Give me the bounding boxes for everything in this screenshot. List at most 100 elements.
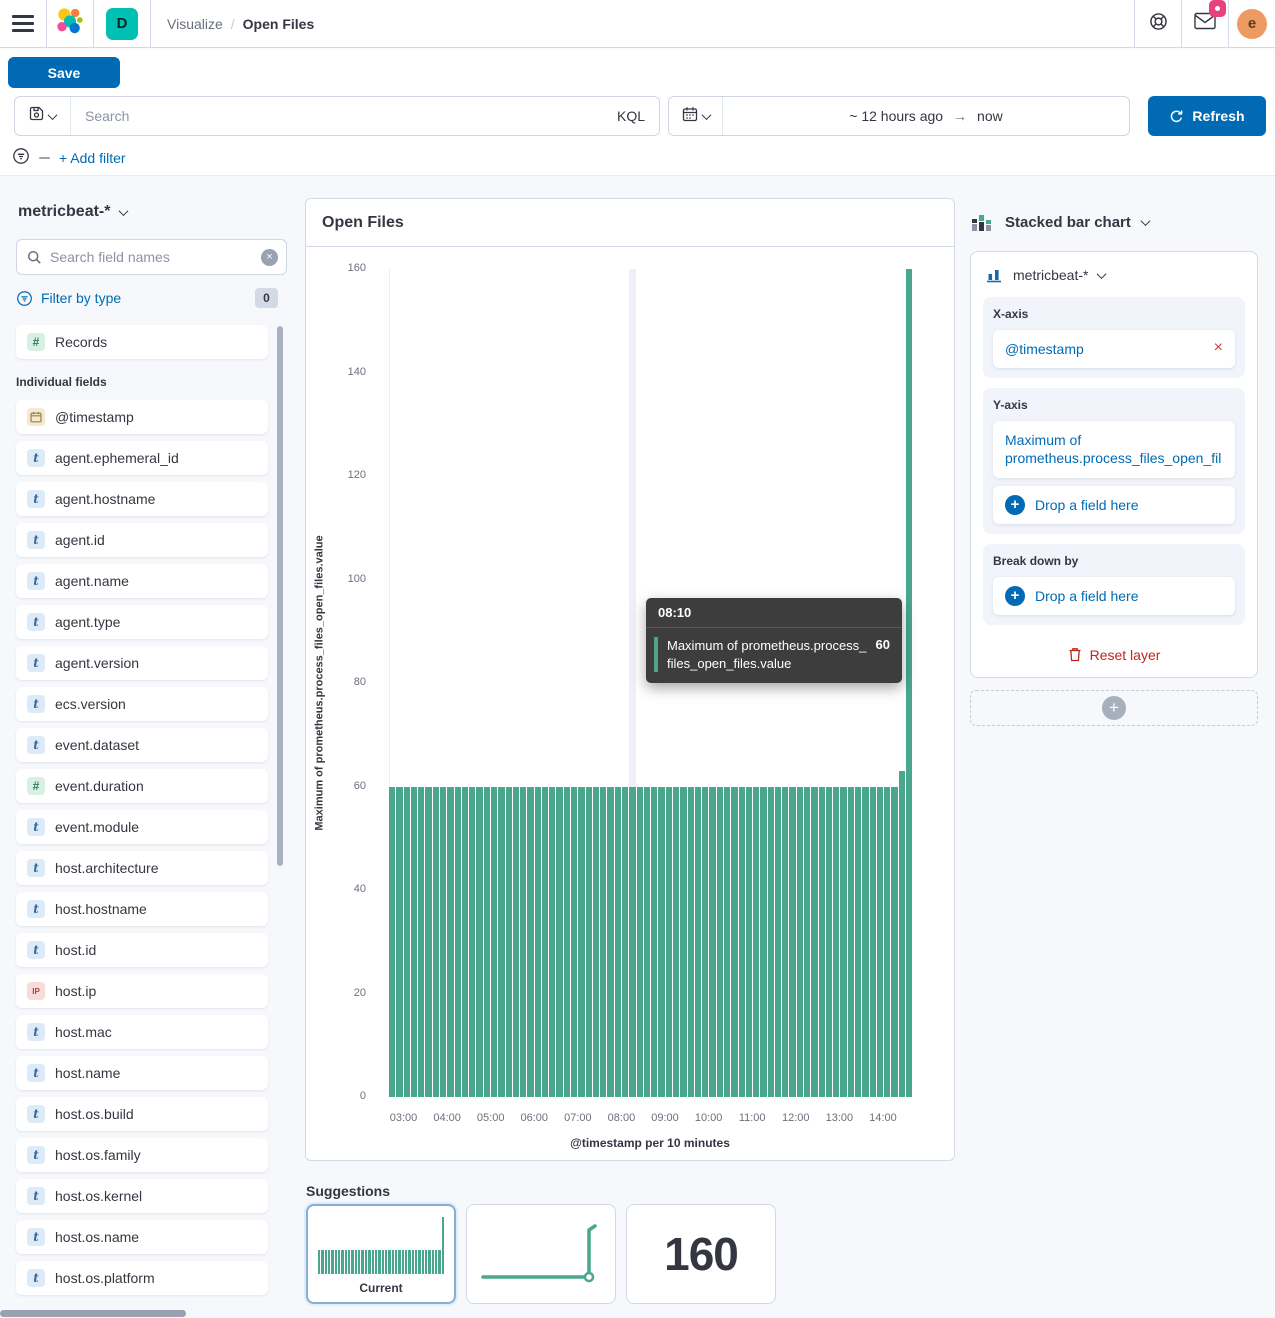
kql-language-button[interactable]: KQL (603, 108, 659, 124)
bar-32[interactable] (622, 787, 628, 1098)
bar-14[interactable] (491, 787, 497, 1098)
bar-57[interactable] (804, 787, 810, 1098)
bar-1[interactable] (396, 787, 402, 1098)
help-button[interactable] (1135, 0, 1181, 48)
bar-64[interactable] (855, 787, 861, 1098)
add-filter-button[interactable]: + Add filter (59, 150, 126, 166)
bar-26[interactable] (578, 787, 584, 1098)
bar-61[interactable] (833, 787, 839, 1098)
bar-25[interactable] (571, 787, 577, 1098)
bar-29[interactable] (600, 787, 606, 1098)
user-menu-button[interactable]: e (1229, 0, 1275, 48)
field-item-host.os.family[interactable]: thost.os.family (16, 1138, 268, 1172)
bar-8[interactable] (447, 787, 453, 1098)
bar-24[interactable] (564, 787, 570, 1098)
bar-33[interactable] (629, 787, 635, 1098)
suggestion-metric[interactable]: 160 (626, 1204, 776, 1304)
field-item-agent.version[interactable]: tagent.version (16, 646, 268, 680)
bar-66[interactable] (870, 787, 876, 1098)
breadcrumb-visualize-link[interactable]: Visualize (167, 16, 223, 32)
bar-40[interactable] (680, 787, 686, 1098)
bar-13[interactable] (484, 787, 490, 1098)
suggestion-line-chart[interactable] (466, 1204, 616, 1304)
field-item-host.os.kernel[interactable]: thost.os.kernel (16, 1179, 268, 1213)
bar-38[interactable] (666, 787, 672, 1098)
bar-4[interactable] (418, 787, 424, 1098)
bar-68[interactable] (884, 787, 890, 1098)
field-item-event.duration[interactable]: #event.duration (16, 769, 268, 803)
bar-71[interactable] (906, 269, 912, 1097)
bar-43[interactable] (702, 787, 708, 1098)
bar-46[interactable] (724, 787, 730, 1098)
field-item-records[interactable]: # Records (16, 325, 268, 359)
bar-17[interactable] (513, 787, 519, 1098)
bar-58[interactable] (811, 787, 817, 1098)
horizontal-scrollbar-thumb[interactable] (0, 1310, 186, 1317)
bar-62[interactable] (840, 787, 846, 1098)
space-selector[interactable]: D (94, 0, 150, 48)
bar-69[interactable] (891, 787, 897, 1098)
bar-21[interactable] (542, 787, 548, 1098)
field-item-event.dataset[interactable]: tevent.dataset (16, 728, 268, 762)
field-item-host.hostname[interactable]: thost.hostname (16, 892, 268, 926)
field-item-agent.name[interactable]: tagent.name (16, 564, 268, 598)
field-search-input[interactable] (42, 249, 261, 265)
field-item-host.id[interactable]: thost.id (16, 933, 268, 967)
bar-10[interactable] (462, 787, 468, 1098)
bar-39[interactable] (673, 787, 679, 1098)
bar-56[interactable] (797, 787, 803, 1098)
bar-48[interactable] (739, 787, 745, 1098)
remove-dimension-icon[interactable]: × (1214, 340, 1223, 356)
bar-42[interactable] (695, 787, 701, 1098)
field-item-host.ip[interactable]: IPhost.ip (16, 974, 268, 1008)
field-item-agent.hostname[interactable]: tagent.hostname (16, 482, 268, 516)
bar-11[interactable] (469, 787, 475, 1098)
bar-18[interactable] (520, 787, 526, 1098)
bar-0[interactable] (389, 787, 395, 1098)
filter-by-type-button[interactable]: Filter by type (41, 290, 121, 306)
bar-9[interactable] (455, 787, 461, 1098)
bar-45[interactable] (717, 787, 723, 1098)
bar-41[interactable] (688, 787, 694, 1098)
filter-options-icon[interactable] (12, 147, 30, 170)
field-item-agent.type[interactable]: tagent.type (16, 605, 268, 639)
bar-65[interactable] (862, 787, 868, 1098)
layer-index-pattern-selector[interactable]: metricbeat-* (983, 264, 1245, 297)
bar-50[interactable] (753, 787, 759, 1098)
bar-28[interactable] (593, 787, 599, 1098)
bar-44[interactable] (709, 787, 715, 1098)
reset-layer-button[interactable]: Reset layer (983, 635, 1245, 665)
add-layer-button[interactable]: + (970, 690, 1258, 726)
bar-2[interactable] (404, 787, 410, 1098)
horizontal-scrollbar[interactable] (0, 1308, 1275, 1318)
bar-19[interactable] (527, 787, 533, 1098)
bar-52[interactable] (768, 787, 774, 1098)
bar-27[interactable] (586, 787, 592, 1098)
bar-6[interactable] (433, 787, 439, 1098)
field-item-@timestamp[interactable]: @timestamp (16, 400, 268, 434)
index-pattern-selector[interactable]: metricbeat-* (18, 203, 127, 221)
bar-31[interactable] (615, 787, 621, 1098)
bar-36[interactable] (651, 787, 657, 1098)
bar-59[interactable] (819, 787, 825, 1098)
field-item-host.os.build[interactable]: thost.os.build (16, 1097, 268, 1131)
field-item-host.os.platform[interactable]: thost.os.platform (16, 1261, 268, 1295)
bar-7[interactable] (440, 787, 446, 1098)
bar-34[interactable] (637, 787, 643, 1098)
bar-3[interactable] (411, 787, 417, 1098)
bar-51[interactable] (760, 787, 766, 1098)
bar-70[interactable] (899, 771, 905, 1097)
bar-47[interactable] (731, 787, 737, 1098)
bar-49[interactable] (746, 787, 752, 1098)
chart-type-selector[interactable]: Stacked bar chart (970, 210, 1258, 234)
search-input[interactable] (71, 97, 603, 135)
bar-63[interactable] (848, 787, 854, 1098)
field-item-agent.id[interactable]: tagent.id (16, 523, 268, 557)
bar-54[interactable] (782, 787, 788, 1098)
save-button[interactable]: Save (8, 57, 120, 88)
newsfeed-button[interactable] (1182, 0, 1228, 48)
field-item-event.module[interactable]: tevent.module (16, 810, 268, 844)
bar-53[interactable] (775, 787, 781, 1098)
saved-query-menu-button[interactable] (15, 97, 71, 135)
y-axis-drop-zone[interactable]: + Drop a field here (993, 486, 1235, 524)
